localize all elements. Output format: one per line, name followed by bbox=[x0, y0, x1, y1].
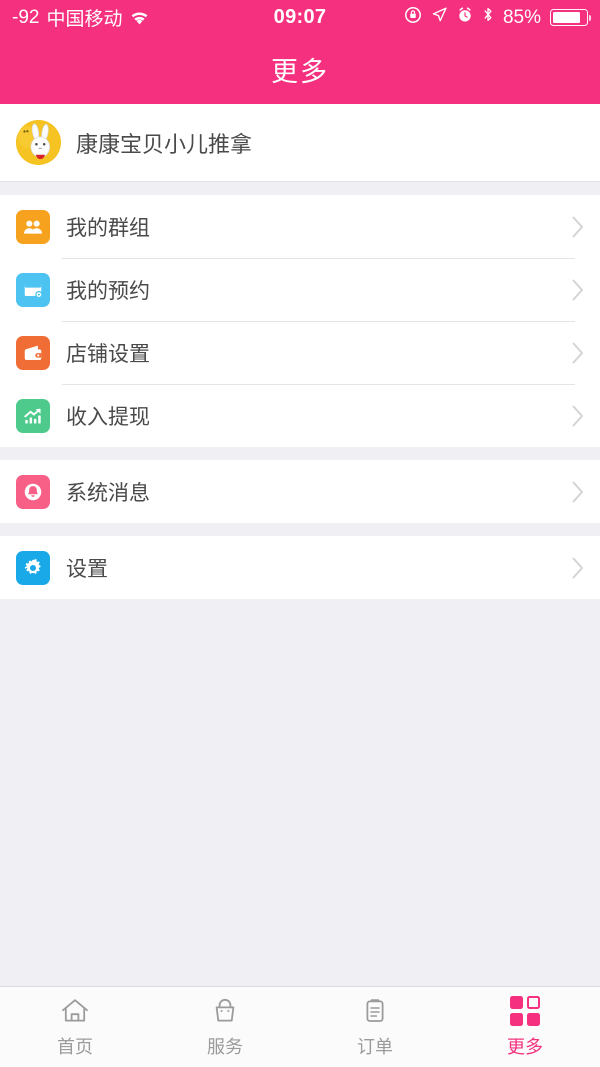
tab-label: 服务 bbox=[207, 1037, 243, 1057]
tab-label: 订单 bbox=[357, 1037, 393, 1057]
menu-item-label: 系统消息 bbox=[66, 481, 150, 505]
section-gap bbox=[0, 523, 600, 536]
profile-row[interactable]: 康康宝贝小儿推拿 bbox=[0, 104, 600, 182]
status-bar-left: -92 中国移动 bbox=[12, 4, 150, 31]
menu-group-1: 我的群组 我的预约 店铺设置 收入提现 bbox=[0, 195, 600, 447]
tab-bar: 首页 服务 订单 更多 bbox=[0, 986, 600, 1067]
menu-group-2: 系统消息 bbox=[0, 460, 600, 523]
profile-name: 康康宝贝小儿推拿 bbox=[76, 131, 253, 157]
location-arrow-icon bbox=[431, 6, 448, 29]
tab-orders[interactable]: 订单 bbox=[300, 987, 450, 1067]
section-gap bbox=[0, 182, 600, 195]
grid-square-top-left bbox=[510, 995, 523, 1009]
tab-label: 更多 bbox=[507, 1037, 543, 1057]
rotation-lock-icon bbox=[404, 6, 422, 30]
gear-icon bbox=[16, 550, 50, 585]
appointment-card-icon bbox=[16, 272, 50, 307]
menu-item-label: 设置 bbox=[66, 557, 108, 581]
menu-item-income-withdraw[interactable]: 收入提现 bbox=[0, 384, 600, 447]
wifi-icon bbox=[129, 10, 150, 25]
menu-item-label: 我的群组 bbox=[66, 216, 150, 240]
chevron-right-icon bbox=[572, 481, 583, 502]
battery-percent-label: 85% bbox=[502, 6, 541, 28]
menu-item-settings[interactable]: 设置 bbox=[0, 536, 600, 599]
section-gap bbox=[0, 447, 600, 460]
menu-item-my-appointments[interactable]: 我的预约 bbox=[0, 258, 600, 321]
grid-icon bbox=[510, 995, 541, 1026]
chevron-right-icon bbox=[572, 405, 583, 426]
alarm-clock-icon bbox=[457, 6, 473, 29]
group-people-icon bbox=[16, 209, 50, 244]
bag-icon bbox=[210, 995, 241, 1026]
grid-square-top-right bbox=[527, 995, 540, 1009]
status-bar: -92 中国移动 09:07 85% bbox=[0, 0, 600, 35]
menu-item-my-groups[interactable]: 我的群组 bbox=[0, 195, 600, 258]
home-icon bbox=[60, 995, 91, 1026]
menu-item-label: 收入提现 bbox=[66, 405, 150, 429]
menu-item-label: 我的预约 bbox=[66, 279, 150, 303]
chevron-right-icon bbox=[572, 279, 583, 300]
app-screen: -92 中国移动 09:07 85% 更多 康康宝贝小儿推拿 我的群组 我的预约… bbox=[0, 0, 600, 1067]
rabbit-avatar-icon bbox=[16, 120, 61, 165]
tab-services[interactable]: 服务 bbox=[150, 987, 300, 1067]
menu-item-label: 店铺设置 bbox=[66, 342, 150, 366]
chevron-right-icon bbox=[572, 216, 583, 237]
clipboard-icon bbox=[360, 995, 391, 1026]
tab-more[interactable]: 更多 bbox=[450, 987, 600, 1067]
nav-bar: 更多 bbox=[0, 35, 600, 104]
chevron-right-icon bbox=[572, 342, 583, 363]
chart-growth-icon bbox=[16, 398, 50, 433]
tab-label: 首页 bbox=[57, 1037, 93, 1057]
wallet-icon bbox=[16, 335, 50, 370]
chevron-right-icon bbox=[572, 557, 583, 578]
grid-square-bottom-right bbox=[527, 1012, 540, 1026]
tab-home[interactable]: 首页 bbox=[0, 987, 150, 1067]
content-scroll-area[interactable]: 康康宝贝小儿推拿 我的群组 我的预约 店铺设置 收入提现 系统消息 设置 bbox=[0, 104, 600, 986]
menu-item-system-messages[interactable]: 系统消息 bbox=[0, 460, 600, 523]
grid-square-bottom-left bbox=[510, 1012, 523, 1026]
battery-icon bbox=[550, 9, 592, 26]
menu-item-shop-settings[interactable]: 店铺设置 bbox=[0, 321, 600, 384]
carrier-name: 中国移动 bbox=[46, 9, 123, 30]
bell-icon bbox=[16, 474, 50, 509]
bluetooth-icon bbox=[482, 6, 494, 29]
signal-strength-text: -92 bbox=[12, 6, 40, 28]
avatar bbox=[16, 120, 61, 165]
status-bar-right: 85% bbox=[404, 6, 592, 30]
page-title: 更多 bbox=[271, 57, 329, 87]
menu-group-3: 设置 bbox=[0, 536, 600, 599]
